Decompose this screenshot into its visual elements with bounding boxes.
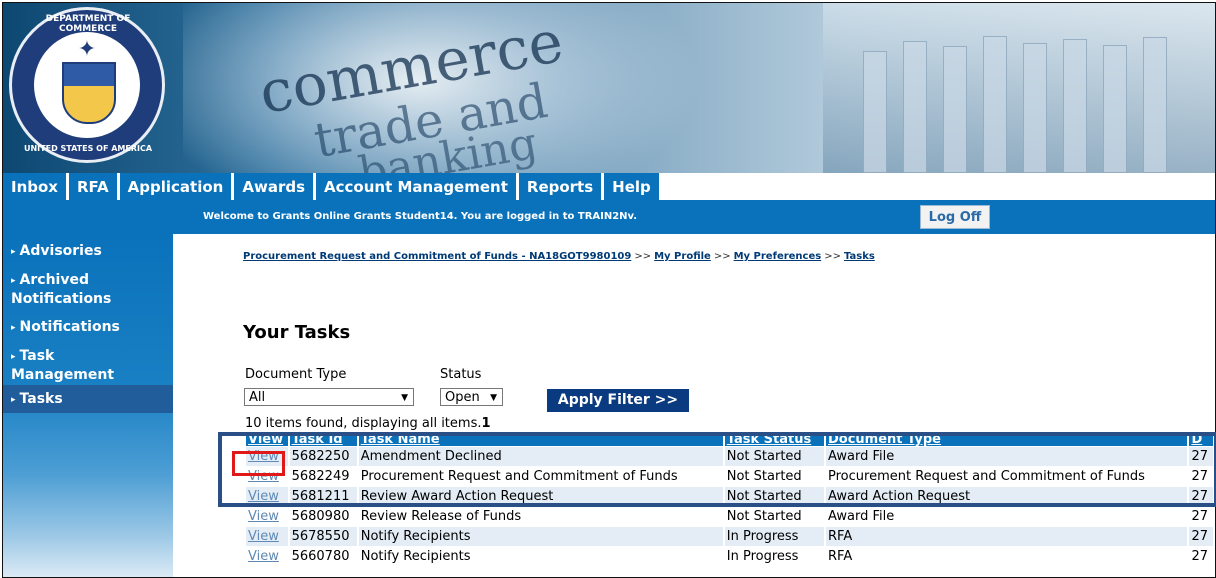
arrow-right-icon: ▸ [11, 276, 16, 286]
arrow-right-icon: ▸ [11, 247, 16, 257]
breadcrumb-link-procurement[interactable]: Procurement Request and Commitment of Fu… [243, 251, 631, 262]
status-select[interactable]: Open ▼ [440, 388, 503, 406]
table-row: View 5680980 Review Release of Funds Not… [246, 507, 1213, 526]
task-date: 27 [1189, 527, 1213, 546]
breadcrumb-link-my-preferences[interactable]: My Preferences [734, 251, 822, 262]
task-id: 5678550 [289, 527, 357, 546]
document-type-value: All [249, 390, 266, 405]
tab-reports[interactable]: Reports [518, 173, 605, 200]
task-name: Notify Recipients [358, 527, 723, 546]
view-link[interactable]: View [248, 529, 279, 544]
eagle-icon: ✦ [77, 37, 97, 62]
task-id: 5680980 [289, 507, 357, 526]
department-seal-logo: DEPARTMENT OF COMMERCE ✦ UNITED STATES O… [9, 7, 165, 163]
arrow-right-icon: ▸ [11, 323, 16, 333]
tab-help[interactable]: Help [604, 173, 662, 200]
results-page-number: 1 [481, 416, 491, 431]
banner-building-image [823, 3, 1215, 173]
results-summary-text: 10 items found, displaying all items. [245, 416, 482, 431]
page-title: Your Tasks [243, 322, 351, 343]
view-link[interactable]: View [248, 549, 279, 564]
document-type: RFA [826, 527, 1188, 546]
task-status: In Progress [724, 527, 824, 546]
breadcrumb-separator: >> [824, 251, 841, 262]
breadcrumb-link-my-profile[interactable]: My Profile [654, 251, 711, 262]
document-type: RFA [826, 547, 1188, 566]
view-link[interactable]: View [248, 509, 279, 524]
status-value: Open [445, 390, 480, 405]
sidebar-item-archived-notifications[interactable]: ▸ Archived Notifications [11, 272, 141, 308]
document-type: Award File [826, 507, 1188, 526]
tab-rfa[interactable]: RFA [68, 173, 120, 200]
status-label: Status [440, 367, 482, 382]
seal-top-text: DEPARTMENT OF COMMERCE [45, 14, 131, 34]
task-name: Notify Recipients [358, 547, 723, 566]
main-nav: Inbox RFA Application Awards Account Man… [3, 173, 1215, 200]
task-status: In Progress [724, 547, 824, 566]
task-id: 5660780 [289, 547, 357, 566]
task-name: Review Release of Funds [358, 507, 723, 526]
header-banner: commerce trade and banking DEPARTMENT OF… [3, 3, 1215, 173]
welcome-message: Welcome to Grants Online Grants Student1… [203, 211, 638, 222]
seal-bottom-text: UNITED STATES OF AMERICA [23, 144, 153, 153]
results-summary: 10 items found, displaying all items.1 [245, 416, 491, 431]
tab-inbox[interactable]: Inbox [3, 173, 69, 200]
apply-filter-button[interactable]: Apply Filter >> [547, 389, 689, 412]
welcome-bar: Welcome to Grants Online Grants Student1… [3, 200, 1215, 234]
tab-awards[interactable]: Awards [234, 173, 317, 200]
main-content: Procurement Request and Commitment of Fu… [173, 234, 1215, 577]
arrow-right-icon: ▸ [11, 352, 16, 362]
table-row: View 5660780 Notify Recipients In Progre… [246, 547, 1213, 566]
sidebar-item-label: Advisories [19, 243, 102, 259]
breadcrumb-separator: >> [713, 251, 731, 262]
breadcrumb: Procurement Request and Commitment of Fu… [243, 251, 875, 262]
task-date: 27 [1189, 547, 1213, 566]
task-date: 27 [1189, 507, 1213, 526]
tab-application[interactable]: Application [119, 173, 235, 200]
sidebar: ▸ Advisories ▸ Archived Notifications ▸ Not… [3, 234, 173, 577]
table-row: View 5678550 Notify Recipients In Progre… [246, 527, 1213, 546]
sidebar-item-label: Tasks [19, 391, 63, 407]
sidebar-item-tasks[interactable]: ▸ Tasks [11, 391, 63, 410]
chevron-down-icon: ▼ [490, 393, 497, 403]
sidebar-item-label: Notifications [19, 319, 120, 335]
shield-icon [62, 62, 116, 124]
sidebar-item-label: Task Management [11, 348, 115, 383]
task-status: Not Started [724, 507, 824, 526]
tab-account-management[interactable]: Account Management [316, 173, 519, 200]
chevron-down-icon: ▼ [401, 393, 408, 403]
breadcrumb-link-tasks[interactable]: Tasks [844, 251, 875, 262]
sidebar-item-advisories[interactable]: ▸ Advisories [11, 243, 102, 262]
annotation-highlight-view-link [232, 451, 285, 476]
document-type-select[interactable]: All ▼ [244, 388, 414, 406]
log-off-button[interactable]: Log Off [920, 205, 990, 229]
sidebar-item-task-management[interactable]: ▸ Task Management [11, 348, 141, 384]
sidebar-item-label: Archived Notifications [11, 272, 112, 307]
document-type-label: Document Type [245, 367, 347, 382]
arrow-right-icon: ▸ [11, 395, 16, 405]
breadcrumb-separator: >> [634, 251, 652, 262]
annotation-highlight-rows [218, 432, 1216, 507]
sidebar-item-notifications[interactable]: ▸ Notifications [11, 319, 120, 338]
